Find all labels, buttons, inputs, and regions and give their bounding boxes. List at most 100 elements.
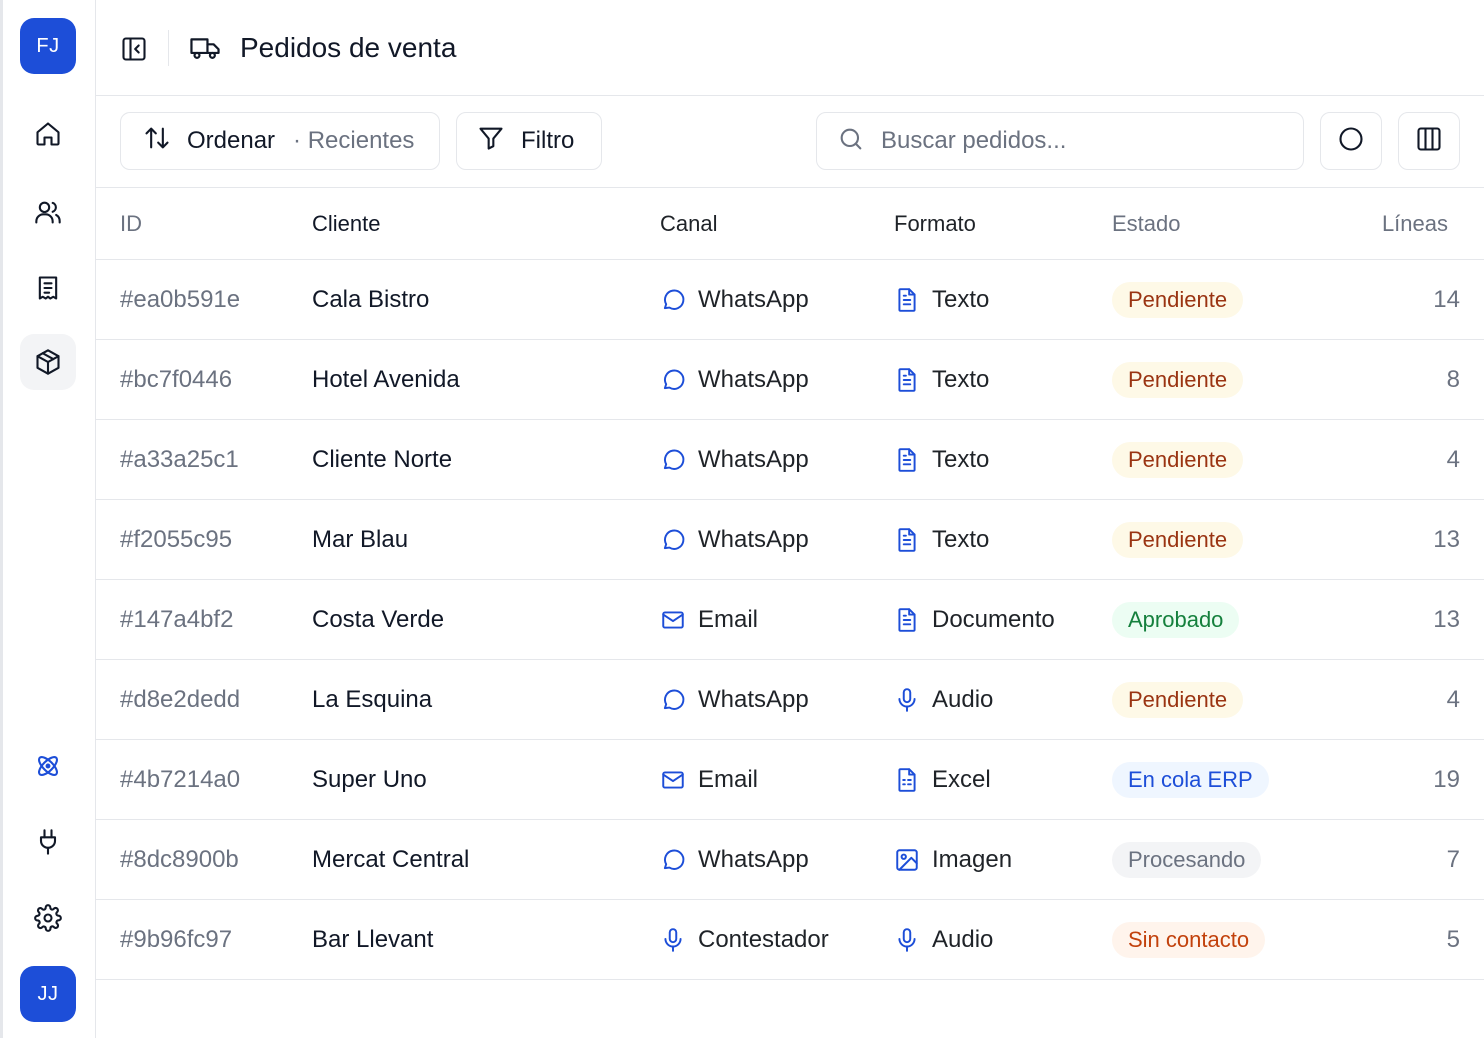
channel-cell: WhatsApp [660, 820, 809, 899]
page-title: Pedidos de venta [240, 32, 457, 63]
format-label: Texto [932, 445, 990, 473]
header-divider [168, 30, 169, 66]
channel-label: Email [698, 605, 759, 633]
client-name: Hotel Avenida [312, 365, 460, 393]
filter-button[interactable]: Filtro [456, 112, 602, 170]
users-icon[interactable] [20, 184, 76, 240]
document-icon [894, 287, 932, 313]
chat-icon [660, 447, 698, 473]
channel-label: Email [698, 765, 759, 793]
client-name: Mar Blau [312, 525, 409, 553]
table-row[interactable]: #d8e2dedd La Esquina WhatsApp Audio Pendient… [96, 660, 1484, 740]
format-label: Audio [932, 685, 994, 713]
format-cell: Imagen [894, 820, 1012, 899]
search-box [816, 112, 1304, 170]
chat-icon [660, 287, 698, 313]
client-name: Cala Bistro [312, 285, 430, 313]
table-body: #ea0b591e Cala Bistro WhatsApp Texto Pendien… [96, 260, 1484, 980]
columns-button[interactable] [1398, 112, 1460, 170]
search-input[interactable] [881, 127, 1281, 155]
format-label: Documento [932, 605, 1055, 633]
status-badge: Sin contacto [1112, 921, 1266, 958]
receipt-icon[interactable] [20, 260, 76, 316]
order-id: #9b96fc97 [120, 925, 233, 953]
client-name: Bar Llevant [312, 925, 434, 953]
channel-cell: WhatsApp [660, 260, 809, 339]
sort-button[interactable]: Ordenar · Recientes [120, 112, 440, 170]
search-icon [837, 125, 865, 158]
sort-icon [143, 124, 171, 159]
format-cell: Texto [894, 420, 989, 499]
column-header-canal[interactable]: Canal [660, 188, 717, 259]
table-row[interactable]: #9b96fc97 Bar Llevant Contestador Audio Sin … [96, 900, 1484, 980]
channel-cell: Contestador [660, 900, 829, 979]
line-count: 7 [1446, 845, 1460, 873]
line-count: 4 [1446, 685, 1460, 713]
status-cell: Sin contacto [1112, 900, 1266, 979]
column-header-lineas[interactable]: Líneas [1382, 188, 1448, 259]
status-filter-button[interactable] [1320, 112, 1382, 170]
chat-icon [660, 527, 698, 553]
table-row[interactable]: #4b7214a0 Super Uno Email Excel En cola ERP 1… [96, 740, 1484, 820]
table-row[interactable]: #147a4bf2 Costa Verde Email Documento Aproba… [96, 580, 1484, 660]
column-header-formato[interactable]: Formato [894, 188, 976, 259]
column-header-cliente[interactable]: Cliente [312, 188, 380, 259]
channel-cell: WhatsApp [660, 420, 809, 499]
atom-icon[interactable] [20, 738, 76, 794]
filter-icon [477, 124, 505, 159]
table-row[interactable]: #bc7f0446 Hotel Avenida WhatsApp Texto Pendi… [96, 340, 1484, 420]
document-icon [894, 527, 932, 553]
status-badge: Pendiente [1112, 441, 1244, 478]
user-avatar[interactable]: JJ [20, 966, 76, 1022]
avatar[interactable]: FJ [20, 18, 76, 74]
line-count: 14 [1433, 285, 1460, 313]
circle-icon [1337, 125, 1365, 158]
format-cell: Texto [894, 340, 989, 419]
channel-cell: Email [660, 580, 758, 659]
plug-icon[interactable] [20, 814, 76, 870]
client-name: Mercat Central [312, 845, 470, 873]
client-name: La Esquina [312, 685, 433, 713]
table-row[interactable]: #f2055c95 Mar Blau WhatsApp Texto Pendiente 1… [96, 500, 1484, 580]
order-id: #ea0b591e [120, 285, 241, 313]
format-label: Excel [932, 765, 991, 793]
mail-icon [660, 607, 698, 633]
order-id: #a33a25c1 [120, 445, 239, 473]
status-badge: Procesando [1112, 841, 1262, 878]
toolbar: Ordenar · Recientes Filtro [96, 96, 1484, 188]
status-cell: Pendiente [1112, 660, 1244, 739]
table-row[interactable]: #a33a25c1 Cliente Norte WhatsApp Texto Pendi… [96, 420, 1484, 500]
sidebar-toggle-icon[interactable] [118, 33, 150, 65]
spreadsheet-icon [894, 767, 932, 793]
gear-icon[interactable] [20, 890, 76, 946]
column-header-estado[interactable]: Estado [1112, 188, 1181, 259]
home-icon[interactable] [20, 106, 76, 162]
format-cell: Texto [894, 260, 989, 339]
package-icon[interactable] [20, 334, 76, 390]
line-count: 5 [1446, 925, 1460, 953]
column-header-id[interactable]: ID [120, 188, 142, 259]
client-name: Super Uno [312, 765, 427, 793]
filter-label: Filtro [521, 127, 575, 154]
format-cell: Texto [894, 500, 989, 579]
sort-label: Ordenar [187, 127, 276, 154]
format-label: Imagen [932, 845, 1013, 873]
format-cell: Excel [894, 740, 991, 819]
status-cell: Pendiente [1112, 340, 1244, 419]
channel-label: WhatsApp [698, 365, 809, 393]
table-row[interactable]: #8dc8900b Mercat Central WhatsApp Imagen Pro… [96, 820, 1484, 900]
status-badge: Aprobado [1112, 601, 1240, 638]
order-id: #8dc8900b [120, 845, 239, 873]
status-cell: Procesando [1112, 820, 1262, 899]
format-cell: Documento [894, 580, 1055, 659]
table-row[interactable]: #ea0b591e Cala Bistro WhatsApp Texto Pendien… [96, 260, 1484, 340]
channel-label: WhatsApp [698, 845, 809, 873]
status-cell: Aprobado [1112, 580, 1240, 659]
status-badge: Pendiente [1112, 281, 1244, 318]
status-badge: Pendiente [1112, 681, 1244, 718]
channel-label: WhatsApp [698, 685, 809, 713]
line-count: 8 [1446, 365, 1460, 393]
microphone-icon [660, 927, 698, 953]
order-id: #d8e2dedd [120, 685, 241, 713]
line-count: 4 [1446, 445, 1460, 473]
